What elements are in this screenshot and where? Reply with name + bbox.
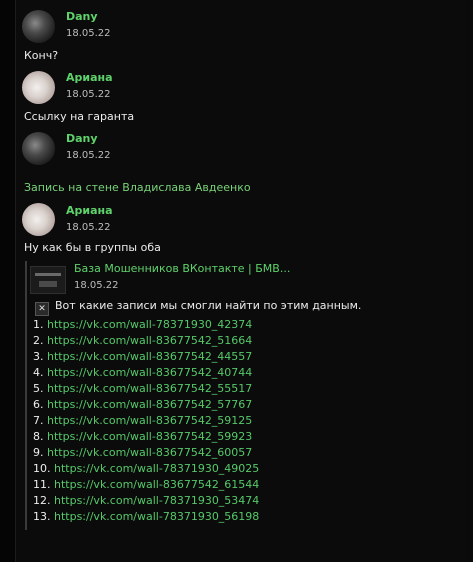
wall-link[interactable]: https://vk.com/wall-83677542_60057 [47,446,252,459]
list-item: 2. https://vk.com/wall-83677542_51664 [33,334,253,347]
wall-link[interactable]: https://vk.com/wall-83677542_59125 [47,414,252,427]
wall-link[interactable]: https://vk.com/wall-83677542_61544 [54,478,259,491]
list-item: 6. https://vk.com/wall-83677542_57767 [33,398,253,411]
quote-header-text: Вот какие записи мы смогли найти по этим… [55,299,362,312]
wall-link[interactable]: https://vk.com/wall-83677542_40744 [47,366,252,379]
message-text: Ну как бы в группы оба [24,241,161,254]
quote-header: ✕ Вот какие записи мы смогли найти по эти… [35,299,361,316]
wall-link[interactable]: https://vk.com/wall-83677542_51664 [47,334,252,347]
message-text: Ссылку на гаранта [24,110,135,123]
wall-link[interactable]: https://vk.com/wall-78371930_49025 [54,462,259,475]
message-date: 18.05.22 [66,89,111,100]
message-author[interactable]: Dany [66,10,98,23]
group-avatar[interactable] [30,266,66,294]
quote-author[interactable]: База Мошенников ВКонтакте | БМВ... [74,262,290,275]
list-item: 9. https://vk.com/wall-83677542_60057 [33,446,253,459]
list-item: 3. https://vk.com/wall-83677542_44557 [33,350,253,363]
wall-link[interactable]: https://vk.com/wall-78371930_53474 [54,494,259,507]
wall-link[interactable]: https://vk.com/wall-83677542_44557 [47,350,252,363]
message-date: 18.05.22 [66,150,111,161]
list-item: 4. https://vk.com/wall-83677542_40744 [33,366,253,379]
list-item: 11. https://vk.com/wall-83677542_61544 [33,478,260,491]
wall-link[interactable]: https://vk.com/wall-83677542_57767 [47,398,252,411]
wall-link[interactable]: https://vk.com/wall-78371930_56198 [54,510,259,523]
quote-bar [25,261,27,530]
avatar[interactable] [22,71,55,104]
avatar[interactable] [22,203,55,236]
list-item: 7. https://vk.com/wall-83677542_59125 [33,414,253,427]
message-date: 18.05.22 [66,222,111,233]
avatar[interactable] [22,132,55,165]
avatar[interactable] [22,10,55,43]
list-item: 5. https://vk.com/wall-83677542_55517 [33,382,253,395]
message-text: Конч? [24,49,59,62]
list-item: 12. https://vk.com/wall-78371930_53474 [33,494,260,507]
list-item: 8. https://vk.com/wall-83677542_59923 [33,430,253,443]
message-author[interactable]: Ариана [66,204,113,217]
list-item: 10. https://vk.com/wall-78371930_49025 [33,462,260,475]
list-item: 13. https://vk.com/wall-78371930_56198 [33,510,260,523]
wall-link[interactable]: https://vk.com/wall-83677542_59923 [47,430,252,443]
wall-post-link[interactable]: Запись на стене Владислава Авдеенко [24,181,251,194]
message-author[interactable]: Dany [66,132,98,145]
wall-link[interactable]: https://vk.com/wall-78371930_42374 [47,318,252,331]
wall-link[interactable]: https://vk.com/wall-83677542_55517 [47,382,252,395]
quote-date: 18.05.22 [74,280,119,291]
message-date: 18.05.22 [66,28,111,39]
scrollbar[interactable] [466,0,473,562]
message-author[interactable]: Ариана [66,71,113,84]
cross-mark-icon: ✕ [35,302,49,316]
list-item: 1. https://vk.com/wall-78371930_42374 [33,318,253,331]
